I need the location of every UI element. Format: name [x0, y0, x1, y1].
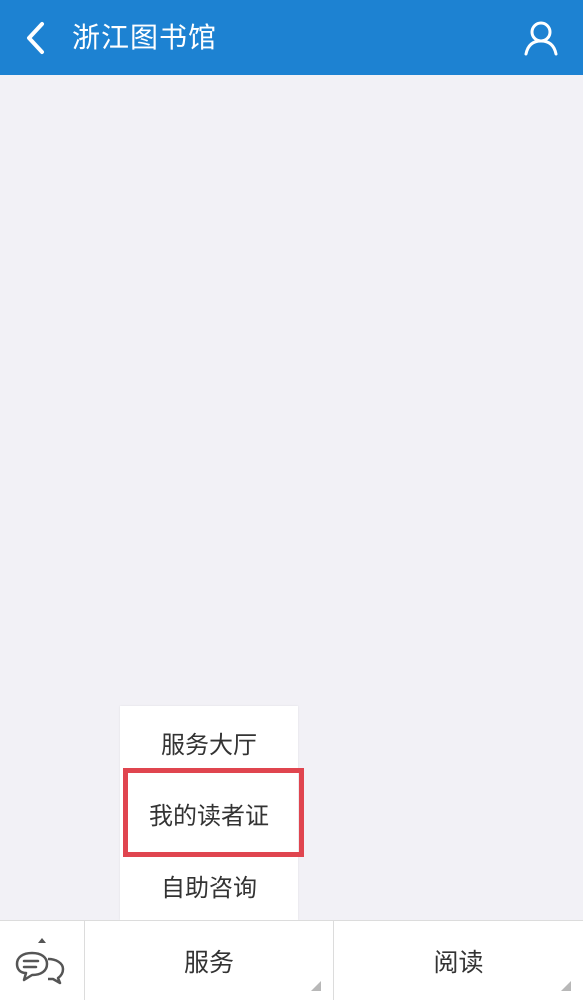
chat-bubbles-icon — [15, 938, 65, 985]
menu-item-my-reader-card[interactable]: 我的读者证 — [120, 777, 298, 849]
user-icon — [524, 21, 558, 56]
keyboard-toggle-button[interactable] — [0, 921, 85, 1000]
bottom-menu-bar: 服务 阅读 — [0, 920, 583, 1000]
tab-reading[interactable]: 阅读 — [334, 921, 583, 1000]
submenu-indicator-icon — [311, 981, 321, 991]
screen: 浙江图书馆 服务大厅 我的读者证 自助咨询 服务 阅读 — [0, 0, 583, 1000]
service-popup-menu: 服务大厅 我的读者证 自助咨询 — [120, 706, 298, 920]
menu-item-service-hall[interactable]: 服务大厅 — [120, 706, 298, 778]
back-button[interactable] — [18, 18, 54, 58]
chevron-left-icon — [27, 22, 44, 54]
page-title: 浙江图书馆 — [72, 21, 218, 54]
tab-service-label: 服务 — [183, 948, 234, 977]
submenu-indicator-icon — [561, 981, 571, 991]
tab-service[interactable]: 服务 — [85, 921, 334, 1000]
tab-reading-label: 阅读 — [433, 948, 484, 977]
top-nav-bar: 浙江图书馆 — [0, 0, 583, 75]
menu-item-self-help-consult[interactable]: 自助咨询 — [120, 849, 298, 921]
profile-button[interactable] — [521, 18, 561, 58]
